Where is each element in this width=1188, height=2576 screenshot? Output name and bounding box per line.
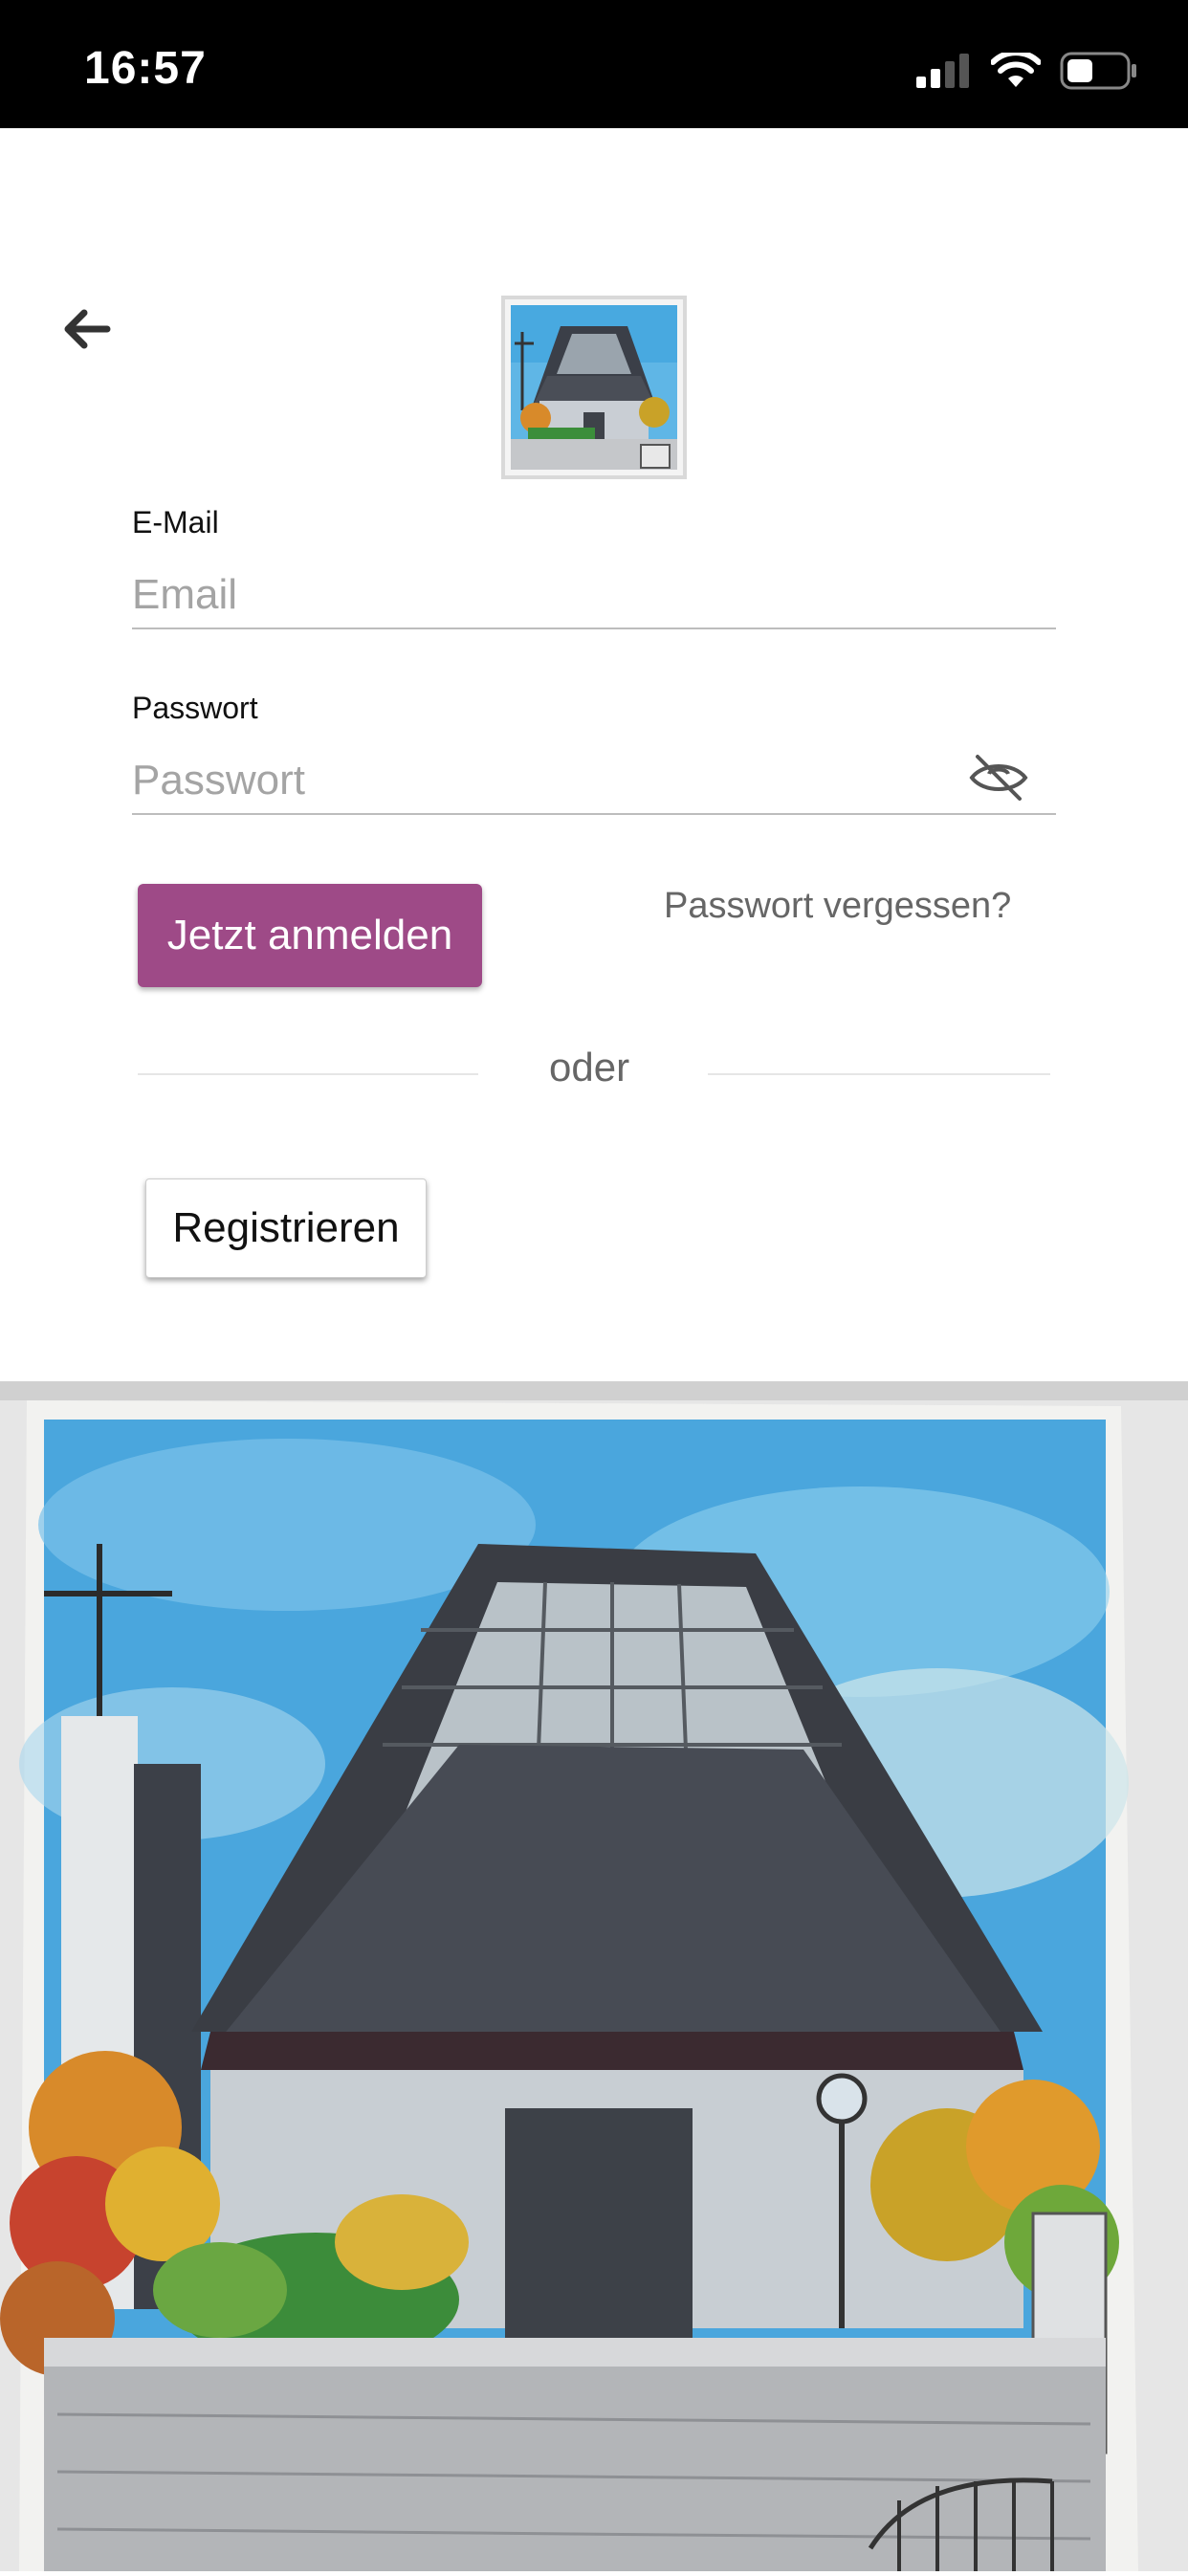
divider-right [708, 1073, 1050, 1075]
email-field[interactable] [132, 562, 1056, 629]
battery-icon [1060, 52, 1136, 90]
status-time: 16:57 [84, 43, 207, 94]
forgot-password-link[interactable]: Passwort vergessen? [664, 886, 1011, 927]
wifi-icon [991, 53, 1041, 87]
login-button[interactable]: Jetzt anmelden [138, 884, 482, 987]
register-button[interactable]: Registrieren [145, 1178, 427, 1278]
divider-text: oder [549, 1045, 630, 1090]
logo-image [501, 296, 687, 479]
church-painting-image [0, 1381, 1188, 2571]
password-field[interactable] [132, 748, 1056, 815]
eye-off-icon[interactable] [968, 751, 1029, 804]
divider-left [138, 1073, 478, 1075]
email-label: E-Mail [132, 505, 219, 539]
cellular-signal-icon [916, 54, 969, 88]
arrow-left-icon[interactable] [59, 302, 113, 356]
status-icons [916, 52, 1138, 90]
password-label: Passwort [132, 691, 258, 725]
status-bar: 16:57 [0, 0, 1188, 128]
